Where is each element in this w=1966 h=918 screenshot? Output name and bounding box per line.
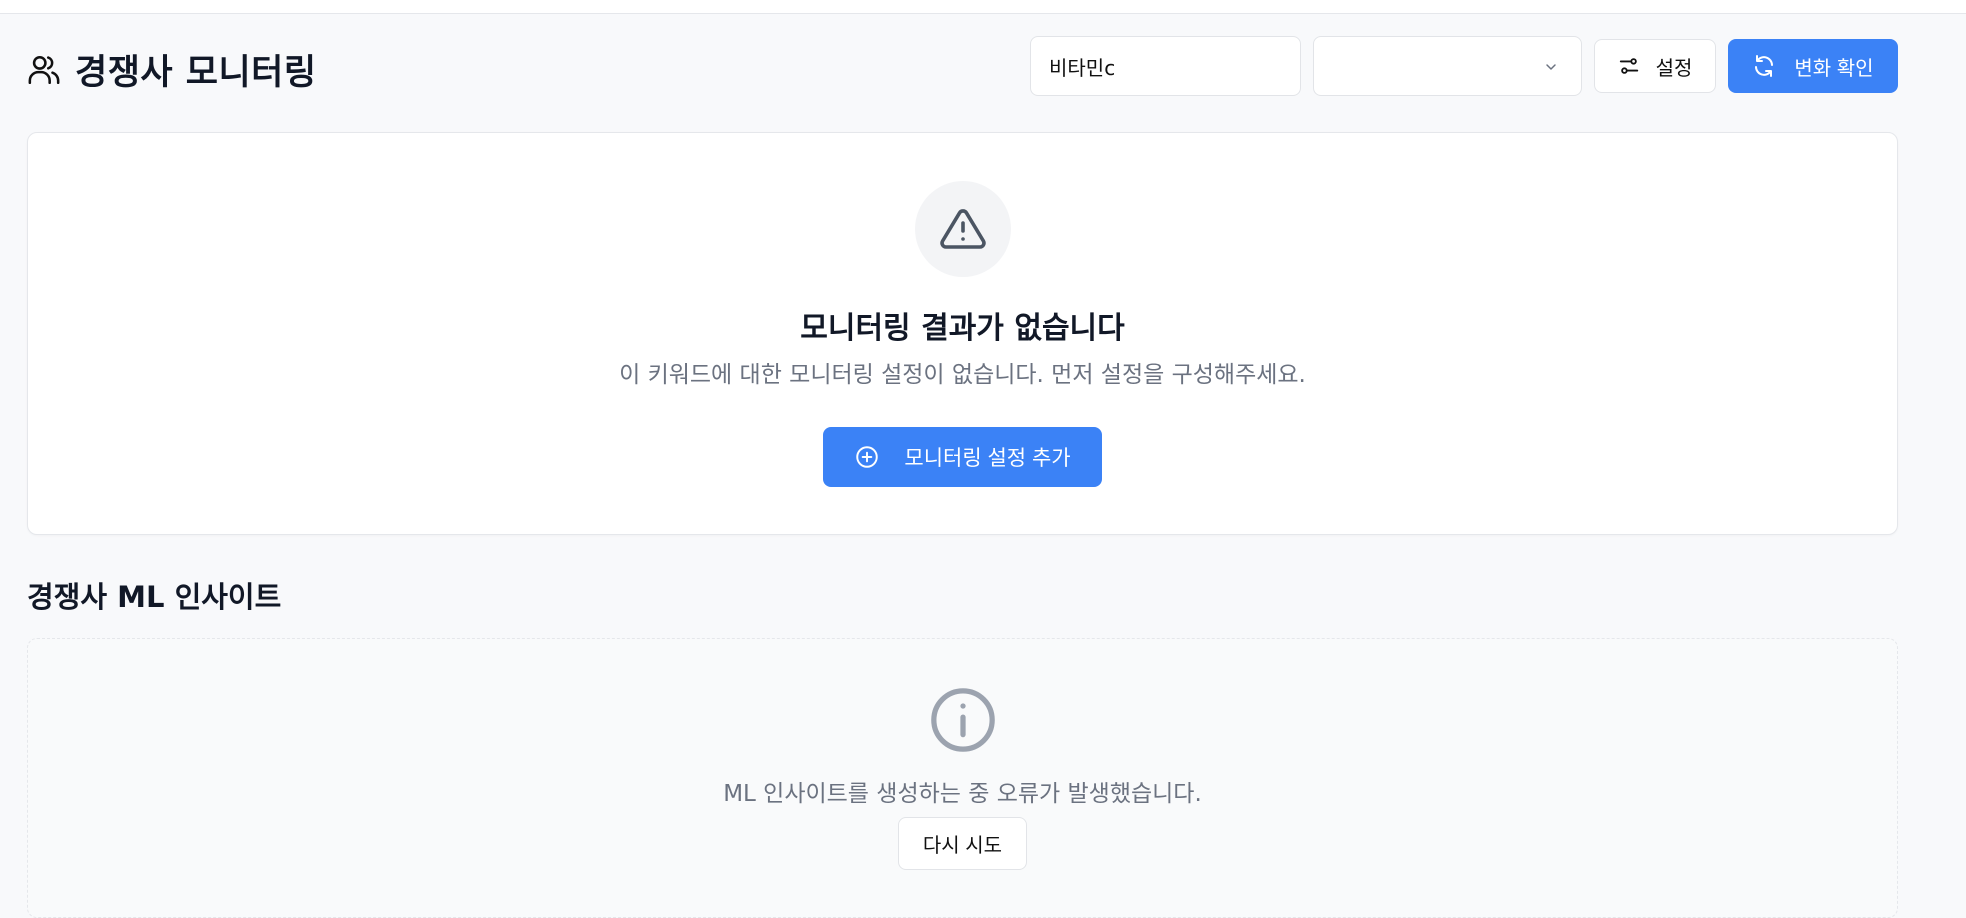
settings-label: 설정: [1655, 57, 1693, 80]
title-wrap: 경쟁사 모니터링: [27, 44, 317, 95]
ml-error-message: ML 인사이트를 생성하는 중 오류가 발생했습니다.: [723, 781, 1202, 807]
top-bar: [0, 0, 1966, 14]
retry-button[interactable]: 다시 시도: [898, 817, 1027, 870]
retry-label: 다시 시도: [922, 835, 1003, 857]
info-icon: [931, 688, 995, 752]
warning-triangle-icon: [940, 209, 986, 249]
header-controls: 설정 변화 확인: [1030, 36, 1898, 96]
add-button-label: 모니터링 설정 추가: [904, 447, 1071, 470]
add-monitoring-settings-button[interactable]: 모니터링 설정 추가: [823, 427, 1102, 487]
plus-circle-icon: [856, 446, 879, 468]
chevron-down-icon: [1546, 64, 1556, 70]
keyword-input[interactable]: [1030, 36, 1301, 96]
sliders-icon: [1619, 58, 1638, 74]
keyword-select[interactable]: [1313, 36, 1582, 96]
ml-insights-panel: ML 인사이트를 생성하는 중 오류가 발생했습니다. 다시 시도: [27, 638, 1898, 918]
page-title: 경쟁사 모니터링: [75, 53, 317, 93]
users-icon: [28, 55, 60, 84]
page: 경쟁사 모니터링 설정: [27, 14, 1898, 918]
empty-state-title: 모니터링 결과가 없습니다: [800, 311, 1125, 346]
monitoring-empty-card: 모니터링 결과가 없습니다 이 키워드에 대한 모니터링 설정이 없습니다. 먼…: [27, 132, 1898, 535]
check-changes-button[interactable]: 변화 확인: [1728, 39, 1898, 93]
warning-badge: [915, 181, 1011, 277]
page-header: 경쟁사 모니터링 설정: [27, 14, 1898, 132]
refresh-label: 변화 확인: [1794, 57, 1874, 80]
refresh-icon: [1755, 55, 1774, 77]
settings-button[interactable]: 설정: [1594, 39, 1716, 93]
empty-state-description: 이 키워드에 대한 모니터링 설정이 없습니다. 먼저 설정을 구성해주세요.: [619, 362, 1306, 388]
ml-section-title: 경쟁사 ML 인사이트: [27, 580, 282, 614]
